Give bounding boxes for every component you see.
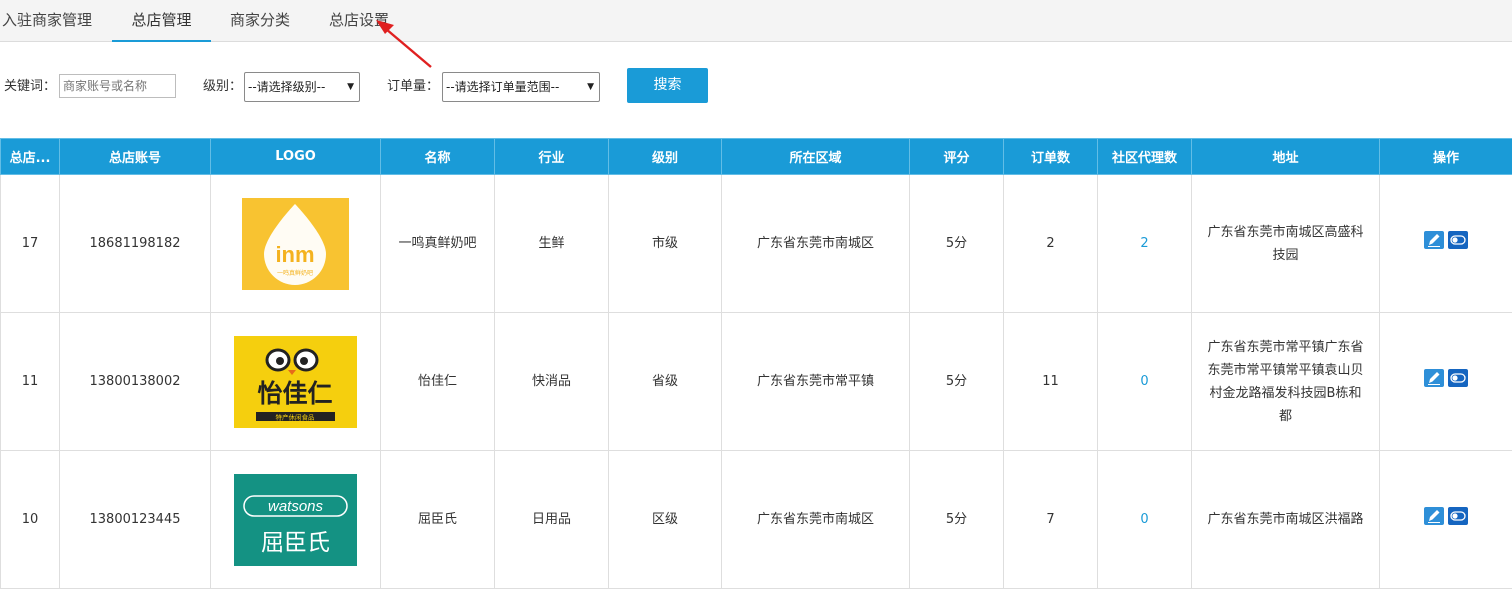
toggle-icon[interactable]	[1448, 231, 1468, 249]
tab-merchant-category[interactable]: 商家分类	[220, 0, 300, 41]
tab-bar: 入驻商家管理 总店管理 商家分类 总店设置	[0, 0, 1512, 42]
keyword-input[interactable]	[59, 74, 176, 98]
cell-agents[interactable]: 0	[1098, 313, 1192, 451]
cell-industry: 日用品	[495, 451, 609, 589]
keyword-label: 关键词：	[4, 72, 56, 102]
header-logo: LOGO	[211, 139, 381, 175]
table-row: 10 13800123445 watsons 屈臣氏 屈臣氏 日用品 区级 广东…	[1, 451, 1512, 589]
cell-score: 5分	[910, 313, 1004, 451]
cell-orders: 7	[1004, 451, 1098, 589]
chevron-down-icon: ▼	[347, 73, 354, 101]
cell-account: 13800138002	[60, 313, 211, 451]
cell-id: 11	[1, 313, 60, 451]
header-industry: 行业	[495, 139, 609, 175]
annotation-arrow	[370, 10, 440, 72]
cell-orders: 11	[1004, 313, 1098, 451]
logo-image: inm 一鸣真鲜奶吧	[242, 198, 349, 290]
edit-icon[interactable]	[1424, 231, 1444, 249]
cell-name: 屈臣氏	[381, 451, 495, 589]
cell-logo: inm 一鸣真鲜奶吧	[211, 175, 381, 313]
header-region: 所在区域	[722, 139, 910, 175]
cell-industry: 快消品	[495, 313, 609, 451]
header-account: 总店账号	[60, 139, 211, 175]
cell-score: 5分	[910, 451, 1004, 589]
logo-subtext: 屈臣氏	[261, 530, 330, 556]
chevron-down-icon: ▼	[587, 73, 594, 101]
cell-address: 广东省东莞市南城区高盛科技园	[1192, 175, 1380, 313]
orders-range-select[interactable]: --请选择订单量范围-- ▼	[442, 72, 600, 102]
tab-headquarters-management[interactable]: 总店管理	[112, 0, 211, 42]
header-address: 地址	[1192, 139, 1380, 175]
cell-address: 广东省东莞市南城区洪福路	[1192, 451, 1380, 589]
table-header-row: 总店... 总店账号 LOGO 名称 行业 级别 所在区域 评分 订单数 社区代…	[1, 139, 1512, 175]
orders-label: 订单量：	[387, 72, 439, 102]
cell-actions	[1380, 451, 1512, 589]
header-name: 名称	[381, 139, 495, 175]
cell-account: 18681198182	[60, 175, 211, 313]
cell-level: 区级	[609, 451, 722, 589]
header-agents: 社区代理数	[1098, 139, 1192, 175]
level-select-value: --请选择级别--	[248, 80, 325, 94]
headquarters-table: 总店... 总店账号 LOGO 名称 行业 级别 所在区域 评分 订单数 社区代…	[0, 138, 1512, 589]
level-label: 级别：	[203, 72, 242, 102]
cell-id: 17	[1, 175, 60, 313]
search-button[interactable]: 搜索	[627, 68, 708, 103]
cell-address: 广东省东莞市常平镇广东省东莞市常平镇常平镇袁山贝村金龙路福发科技园B栋和都	[1192, 313, 1380, 451]
table-row: 11 13800138002 怡佳仁 特产休闲食品 怡佳仁 快消品 省级 广东省…	[1, 313, 1512, 451]
header-level: 级别	[609, 139, 722, 175]
toggle-icon[interactable]	[1448, 369, 1468, 387]
agents-link[interactable]: 2	[1140, 236, 1148, 251]
cell-agents[interactable]: 0	[1098, 451, 1192, 589]
edit-icon[interactable]	[1424, 507, 1444, 525]
logo-image: watsons 屈臣氏	[234, 474, 357, 566]
logo-text: 怡佳仁	[257, 379, 332, 408]
level-select[interactable]: --请选择级别-- ▼	[244, 72, 360, 102]
table-row: 17 18681198182 inm 一鸣真鲜奶吧 一鸣真鲜奶吧 生鲜 市级 广…	[1, 175, 1512, 313]
cell-actions	[1380, 313, 1512, 451]
logo-subtext: 一鸣真鲜奶吧	[277, 269, 313, 277]
toggle-icon[interactable]	[1448, 507, 1468, 525]
logo-subtext: 特产休闲食品	[276, 412, 315, 421]
cell-name: 一鸣真鲜奶吧	[381, 175, 495, 313]
agents-link[interactable]: 0	[1140, 374, 1148, 389]
cell-logo: watsons 屈臣氏	[211, 451, 381, 589]
cell-logo: 怡佳仁 特产休闲食品	[211, 313, 381, 451]
cell-orders: 2	[1004, 175, 1098, 313]
cell-region: 广东省东莞市南城区	[722, 451, 910, 589]
cell-name: 怡佳仁	[381, 313, 495, 451]
header-orders: 订单数	[1004, 139, 1098, 175]
cell-id: 10	[1, 451, 60, 589]
tab-merchant-management[interactable]: 入驻商家管理	[0, 0, 97, 41]
cell-region: 广东省东莞市常平镇	[722, 313, 910, 451]
cell-level: 市级	[609, 175, 722, 313]
header-actions: 操作	[1380, 139, 1512, 175]
edit-icon[interactable]	[1424, 369, 1444, 387]
logo-text: watsons	[268, 498, 324, 515]
agents-link[interactable]: 0	[1140, 512, 1148, 527]
cell-actions	[1380, 175, 1512, 313]
cell-score: 5分	[910, 175, 1004, 313]
cell-account: 13800123445	[60, 451, 211, 589]
cell-region: 广东省东莞市南城区	[722, 175, 910, 313]
header-score: 评分	[910, 139, 1004, 175]
header-id[interactable]: 总店...	[1, 139, 60, 175]
logo-text: inm	[275, 242, 314, 267]
cell-level: 省级	[609, 313, 722, 451]
logo-image: 怡佳仁 特产休闲食品	[234, 336, 357, 428]
orders-select-value: --请选择订单量范围--	[446, 80, 559, 94]
cell-agents[interactable]: 2	[1098, 175, 1192, 313]
cell-industry: 生鲜	[495, 175, 609, 313]
